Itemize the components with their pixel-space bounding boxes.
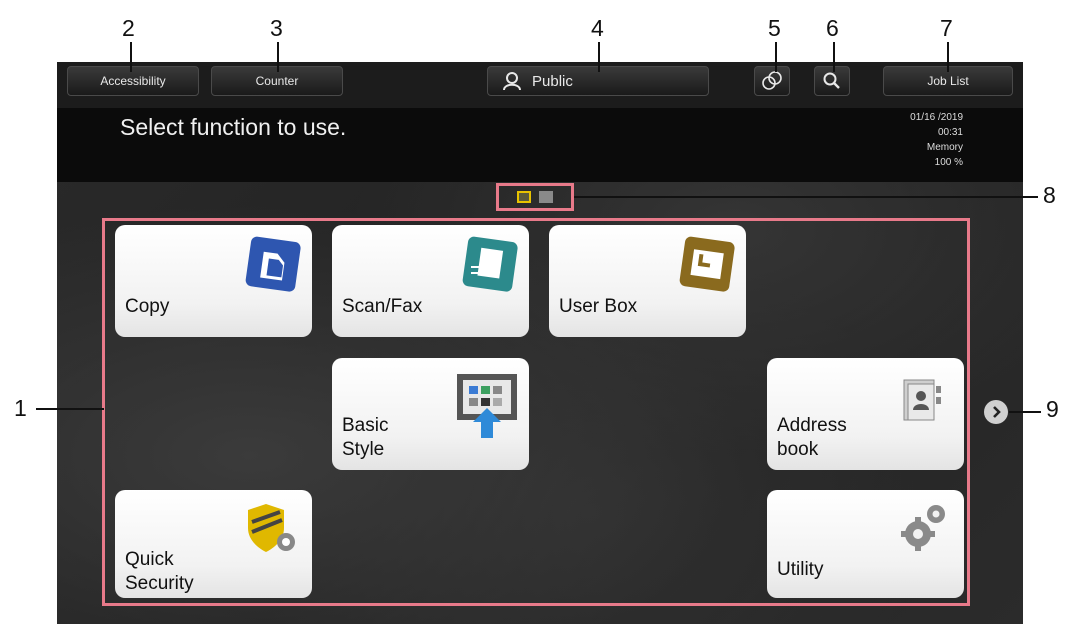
accessibility-label: Accessibility — [100, 74, 166, 88]
basic-style-label-line2: Style — [342, 439, 385, 460]
status-memory-label: Memory — [926, 142, 963, 153]
callout-4: 4 — [591, 15, 604, 41]
callout-line-5 — [775, 42, 777, 72]
status-panel: 01/16 /2019 00:31 Memory 100 % — [910, 110, 963, 170]
callout-3: 3 — [270, 15, 283, 41]
callout-2: 2 — [122, 15, 135, 41]
basic-style-label-line1: Basic — [342, 415, 389, 436]
address-book-icon — [903, 379, 941, 421]
basic-style-icon — [457, 374, 517, 438]
accessibility-button[interactable]: Accessibility — [67, 66, 199, 96]
header-bar: Accessibility Counter Public Job List — [57, 62, 1023, 108]
scan-fax-icon — [462, 236, 518, 292]
address-book-label: Address book — [777, 414, 847, 462]
copy-label: Copy — [125, 296, 170, 317]
user-box-tile[interactable]: User Box — [549, 225, 746, 337]
callout-9: 9 — [1046, 396, 1059, 422]
function-message: Select function to use. — [120, 114, 347, 140]
page-dot-inactive[interactable] — [539, 191, 553, 203]
address-book-label-line1: Address — [777, 415, 847, 436]
page-indicator — [496, 183, 574, 211]
address-book-tile[interactable]: Address book — [767, 358, 964, 470]
callout-line-8 — [574, 196, 1038, 198]
scan-fax-label: Scan/Fax — [342, 296, 423, 317]
status-date: 01/16 /2019 — [910, 112, 963, 123]
basic-style-tile[interactable]: Basic Style — [332, 358, 529, 470]
next-page-button[interactable] — [984, 400, 1008, 424]
quick-security-label-line1: Quick — [125, 549, 174, 570]
page-dot-active[interactable] — [517, 191, 531, 203]
callout-line-7 — [947, 42, 949, 72]
user-icon — [503, 72, 521, 91]
scan-fax-tile[interactable]: Scan/Fax — [332, 225, 529, 337]
copy-tile[interactable]: Copy — [115, 225, 312, 337]
address-book-label-line2: book — [777, 439, 819, 460]
status-time: 00:31 — [937, 127, 963, 138]
utility-label: Utility — [777, 559, 824, 580]
callout-line-2 — [130, 42, 132, 72]
quick-security-tile[interactable]: Quick Security — [115, 490, 312, 598]
counter-label: Counter — [255, 74, 299, 88]
job-list-label: Job List — [927, 74, 969, 88]
language-icon — [762, 71, 782, 90]
quick-security-icon — [248, 504, 295, 552]
gear-icon — [901, 505, 945, 551]
callout-7: 7 — [940, 15, 953, 41]
callout-1: 1 — [14, 395, 27, 421]
quick-security-label-line2: Security — [125, 573, 194, 594]
callout-6: 6 — [826, 15, 839, 41]
callout-line-4 — [598, 42, 600, 72]
callout-line-3 — [277, 42, 279, 72]
basic-style-label: Basic Style — [342, 414, 388, 462]
user-box-label: User Box — [559, 296, 638, 317]
user-label: Public — [532, 72, 573, 90]
quick-security-label: Quick Security — [125, 548, 194, 596]
status-memory-value: 100 % — [934, 157, 963, 168]
copy-icon — [245, 236, 301, 292]
search-icon — [823, 72, 840, 89]
callout-5: 5 — [768, 15, 781, 41]
chevron-right-icon — [993, 406, 1001, 418]
callout-line-1 — [36, 408, 104, 410]
callout-line-6 — [833, 42, 835, 72]
language-button[interactable] — [754, 66, 790, 96]
callout-line-9 — [1009, 411, 1041, 413]
callout-8: 8 — [1043, 182, 1056, 208]
utility-tile[interactable]: Utility — [767, 490, 964, 598]
user-box-icon — [679, 236, 735, 292]
search-button[interactable] — [814, 66, 850, 96]
